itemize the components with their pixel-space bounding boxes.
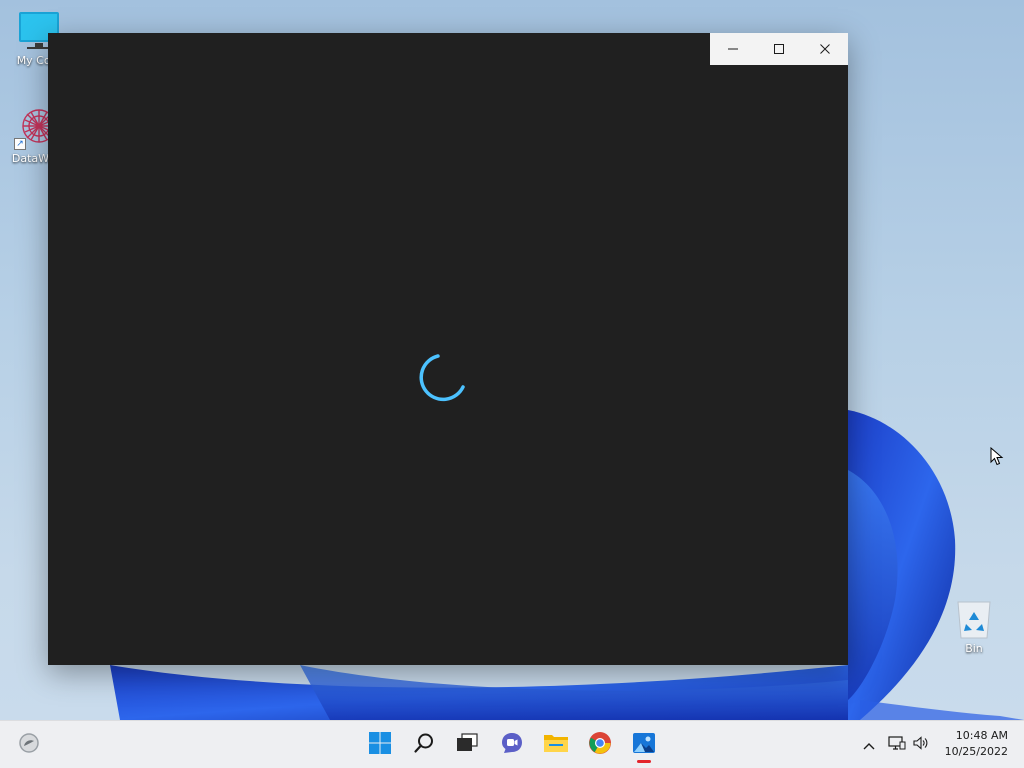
close-icon [819,43,831,55]
photos-app-window[interactable] [48,33,848,665]
weather-widget-button[interactable] [9,725,49,765]
file-explorer-button[interactable] [536,725,576,765]
chrome-button[interactable] [580,725,620,765]
file-explorer-icon [543,732,569,758]
maximize-button[interactable] [756,33,802,65]
desktop-icon-label: Bin [965,642,983,655]
task-view-button[interactable] [447,725,487,765]
weather-widget-icon [18,732,40,758]
taskbar-clock[interactable]: 10:48 AM 10/25/2022 [945,728,1008,760]
clock-date: 10/25/2022 [944,745,1008,758]
volume-button[interactable] [911,735,931,755]
chrome-icon [588,731,612,759]
loading-spinner-icon [417,349,471,407]
task-view-icon [455,732,479,758]
start-button[interactable] [360,725,400,765]
shortcut-arrow-icon: ↗ [14,138,26,150]
volume-icon [912,735,930,755]
desktop-icon-recycle-bin[interactable]: Bin [937,600,1011,655]
search-icon [413,732,435,758]
window-caption-buttons [710,33,848,65]
photos-taskbar-button[interactable] [624,725,664,765]
chat-icon [500,731,524,759]
maximize-icon [773,43,785,55]
photos-icon [632,732,656,758]
show-hidden-icons-button[interactable] [859,735,879,755]
search-button[interactable] [404,725,444,765]
windows-start-icon [368,731,392,759]
network-icon [888,735,906,755]
clock-time: 10:48 AM [955,729,1008,742]
active-app-indicator [637,760,651,763]
close-button[interactable] [802,33,848,65]
minimize-icon [727,43,739,55]
recycle-bin-icon [937,600,1011,640]
chat-button[interactable] [492,725,532,765]
minimize-button[interactable] [710,33,756,65]
network-button[interactable] [887,735,907,755]
chevron-up-icon [862,736,876,755]
mouse-cursor-icon [990,447,1004,466]
taskbar: 10:48 AM 10/25/2022 [0,720,1024,768]
